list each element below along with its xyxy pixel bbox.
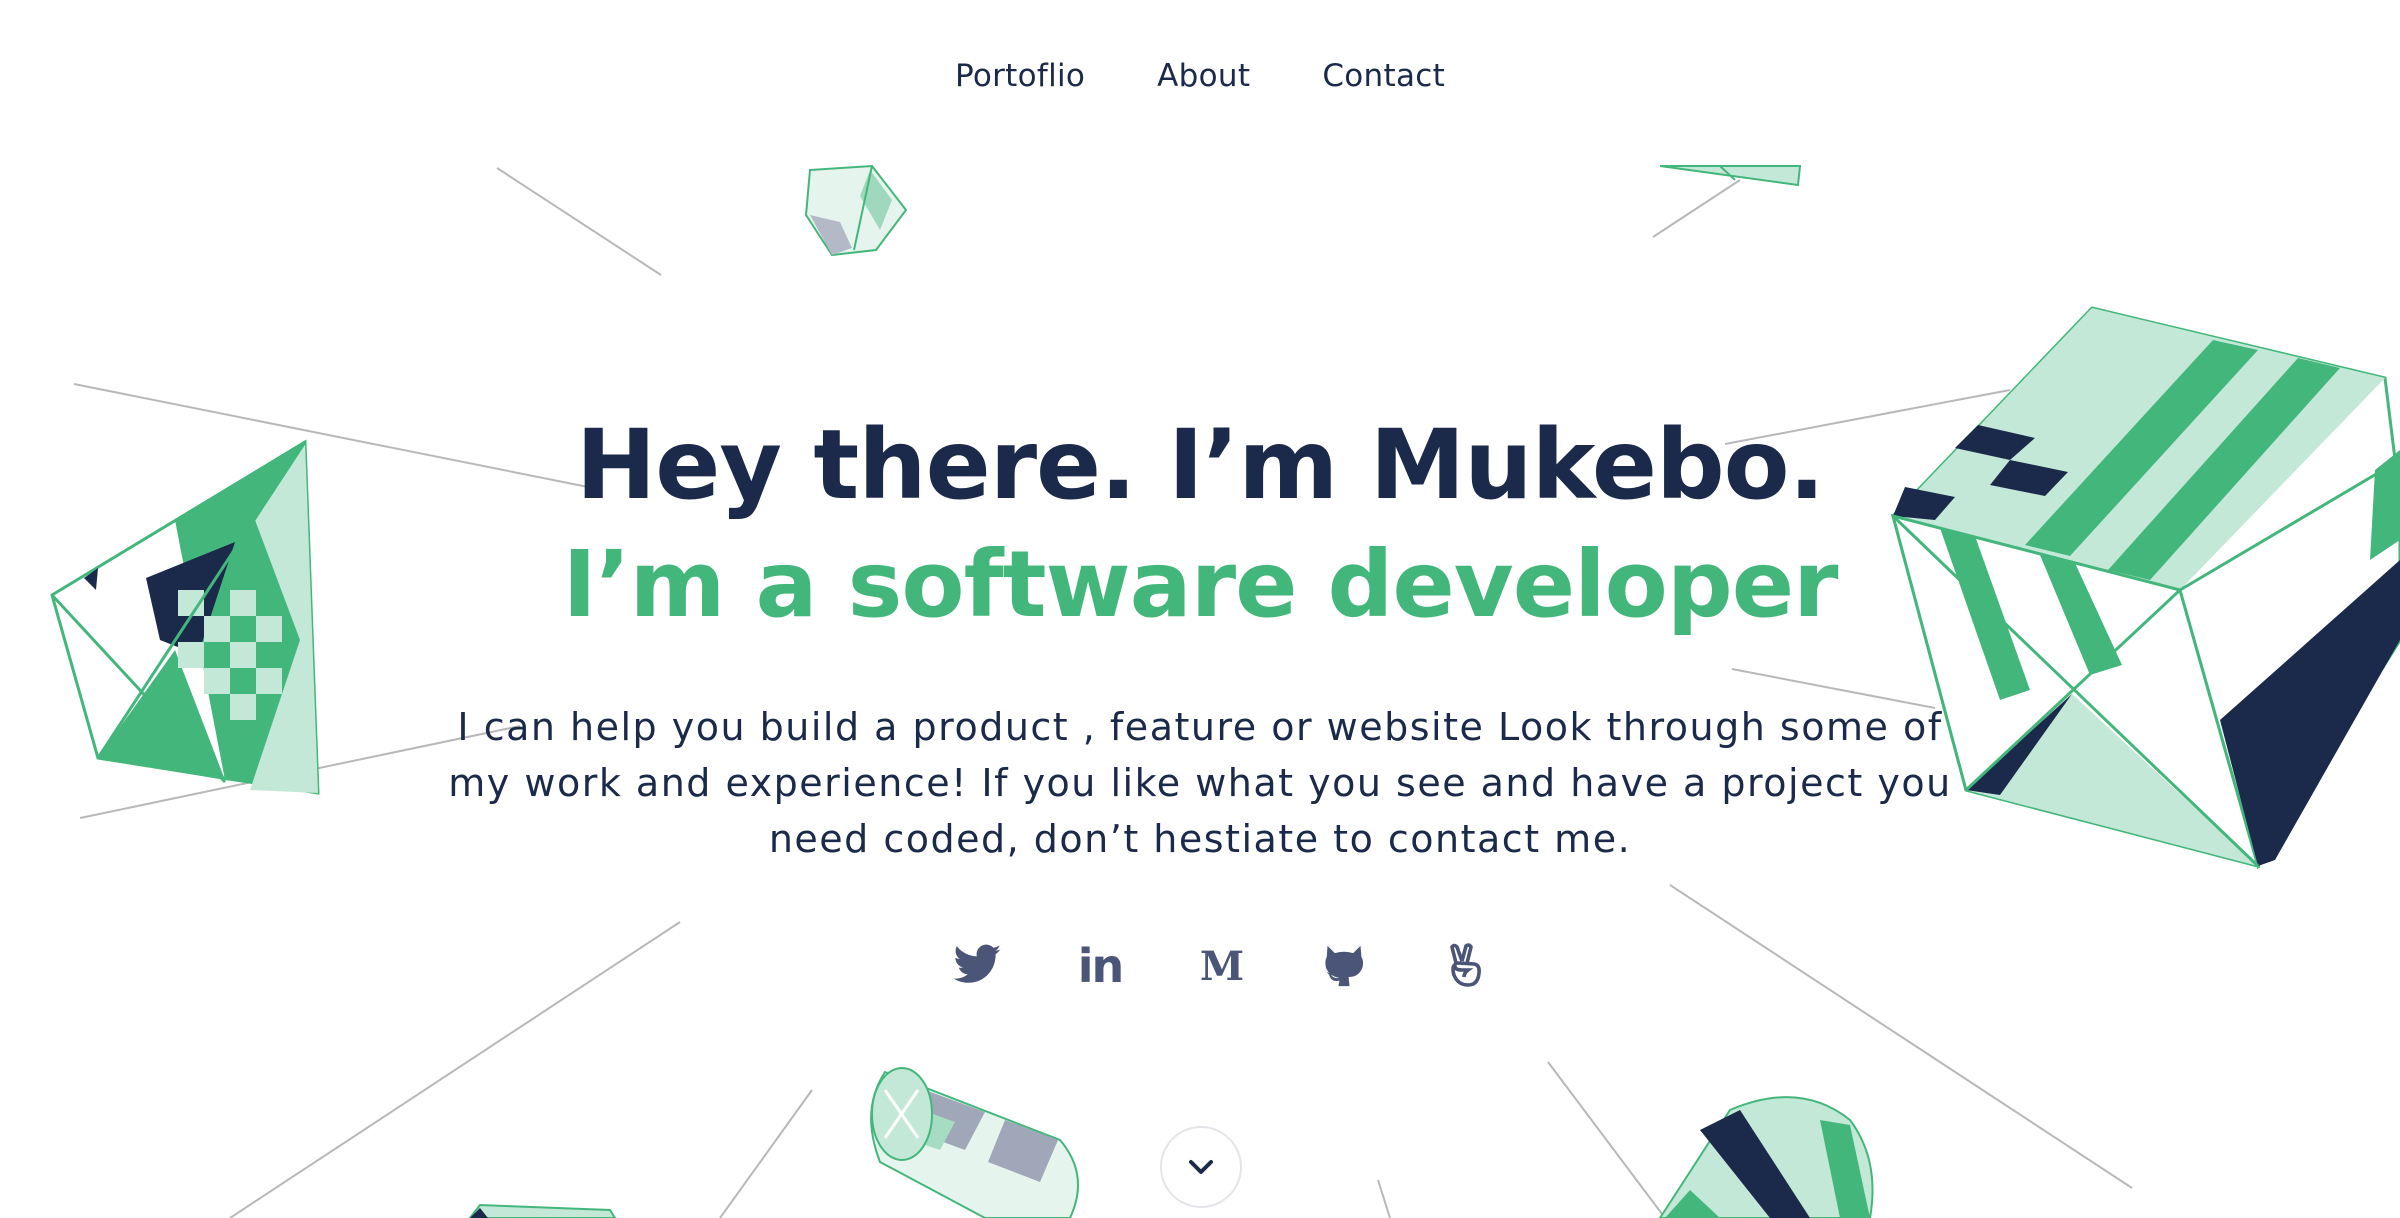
bg-line	[496, 167, 662, 276]
chevron-down-icon	[1189, 1160, 1213, 1174]
twitter-icon	[954, 944, 1001, 983]
top-right-fragment-shape	[1659, 165, 1802, 187]
nav-link-contact[interactable]: Contact	[1322, 58, 1445, 94]
hero-section: Hey there. I’m Mukebo. I’m a software de…	[0, 405, 2400, 867]
page: Portoflio About Contact Hey there. I’m M…	[0, 0, 2400, 1218]
twitter-link[interactable]	[950, 938, 1006, 994]
linkedin-icon: in	[1077, 939, 1124, 993]
linkedin-link[interactable]: in	[1072, 938, 1128, 994]
top-nav: Portoflio About Contact	[0, 58, 2400, 94]
github-icon	[1325, 945, 1364, 987]
social-links: in M	[0, 938, 2400, 994]
bg-line	[1547, 1061, 1666, 1218]
scroll-down-button[interactable]	[1160, 1126, 1242, 1208]
bottom-left-fragment-shape	[468, 1203, 617, 1218]
nav-link-about[interactable]: About	[1157, 58, 1250, 94]
nav-link-portfolio[interactable]: Portoflio	[955, 58, 1085, 94]
medium-icon: M	[1199, 942, 1245, 990]
bottom-right-cylinder-shape	[1658, 1096, 1874, 1218]
bg-line	[1652, 179, 1741, 238]
github-link[interactable]	[1316, 938, 1372, 994]
small-cube-shape	[804, 164, 908, 257]
hero-description: I can help you build a product , feature…	[448, 705, 1952, 861]
bottom-cylinder-shape	[870, 1067, 1079, 1218]
hero-subtitle: I’m a software developer	[562, 531, 1838, 638]
angellist-link[interactable]	[1438, 938, 1494, 994]
hero-title: Hey there. I’m Mukebo.	[575, 409, 1825, 521]
angellist-icon	[1450, 943, 1481, 987]
bg-line	[1377, 1179, 1391, 1218]
medium-link[interactable]: M	[1194, 938, 1250, 994]
bg-line	[719, 1089, 813, 1218]
